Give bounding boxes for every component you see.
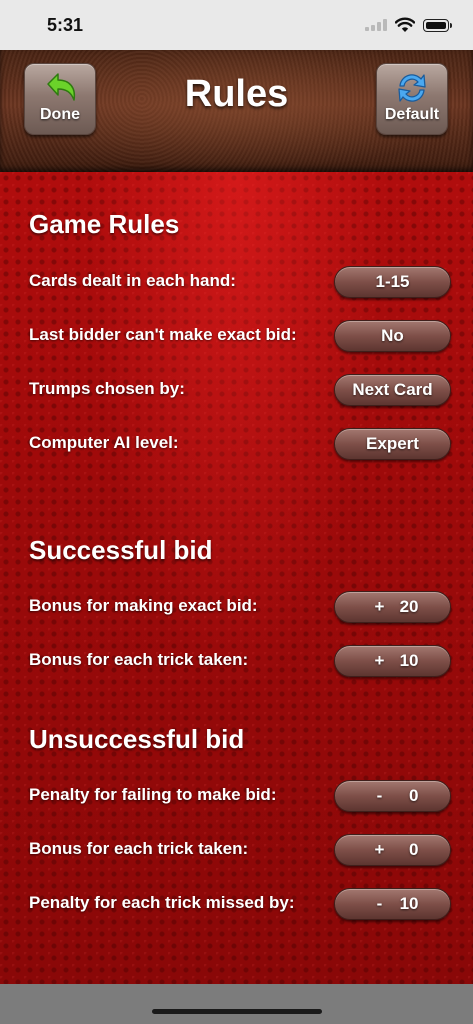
unsuccessful-trick-bonus-button[interactable]: + 0 [334, 834, 451, 866]
home-area [0, 984, 473, 1024]
value-number: 20 [399, 597, 419, 616]
rule-label-missed-trick-penalty: Penalty for each trick missed by: [29, 893, 295, 912]
rule-label-last-bidder: Last bidder can't make exact bid: [29, 325, 297, 344]
rule-label-ai-level: Computer AI level: [29, 433, 179, 452]
trick-bonus-button[interactable]: + 10 [334, 645, 451, 677]
ai-level-button[interactable]: Expert [334, 428, 451, 460]
value-number: 0 [409, 786, 419, 805]
home-indicator[interactable] [152, 1009, 322, 1014]
wifi-icon [395, 17, 415, 32]
rule-label-unsuccessful-trick-bonus: Bonus for each trick taken: [29, 839, 249, 858]
rule-label-trumps: Trumps chosen by: [29, 379, 185, 398]
value-sign: + [374, 840, 385, 859]
trumps-chosen-button[interactable]: Next Card [334, 374, 451, 406]
value-number: 10 [399, 894, 419, 913]
section-title-game-rules: Game Rules [29, 209, 180, 239]
rule-label-cards-dealt: Cards dealt in each hand: [29, 271, 236, 290]
refresh-icon [398, 74, 426, 102]
cellular-signal-icon [365, 19, 387, 31]
default-label: Default [384, 106, 440, 123]
rule-label-trick-bonus: Bonus for each trick taken: [29, 650, 249, 669]
default-button[interactable]: Default [376, 63, 448, 135]
header: Done Rules Default [0, 50, 473, 172]
last-bidder-button[interactable]: No [334, 320, 451, 352]
section-title-unsuccessful-bid: Unsuccessful bid [29, 724, 245, 754]
rule-label-failing-penalty: Penalty for failing to make bid: [29, 785, 277, 804]
value-sign: + [374, 651, 385, 670]
battery-icon [423, 18, 452, 32]
missed-trick-penalty-button[interactable]: - 10 [334, 888, 451, 920]
cards-dealt-button[interactable]: 1-15 [334, 266, 451, 298]
value-sign: - [376, 786, 383, 805]
value-number: 0 [409, 840, 419, 859]
rule-label-exact-bid-bonus: Bonus for making exact bid: [29, 596, 258, 615]
value-number: 10 [399, 651, 419, 670]
value-sign: - [376, 894, 383, 913]
exact-bid-bonus-button[interactable]: + 20 [334, 591, 451, 623]
status-time: 5:31 [47, 15, 84, 35]
failing-penalty-button[interactable]: - 0 [334, 780, 451, 812]
section-title-successful-bid: Successful bid [29, 535, 213, 565]
value-sign: + [374, 597, 385, 616]
status-bar: 5:31 [0, 0, 473, 50]
status-icons [365, 15, 452, 35]
rules-content: Game Rules Cards dealt in each hand: 1-1… [0, 172, 473, 984]
